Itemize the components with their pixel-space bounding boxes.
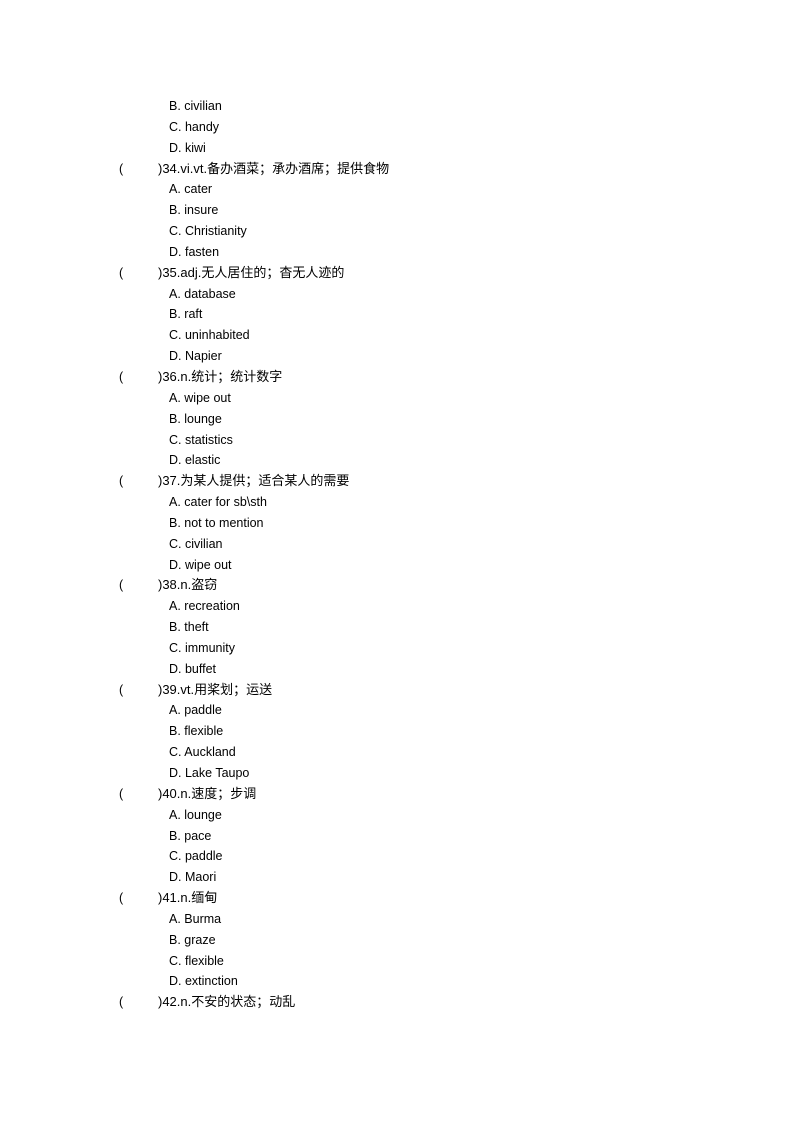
option-line: D. Napier <box>0 346 794 367</box>
answer-blank-paren: ( <box>119 369 124 384</box>
question-line: ( )35.adj.无人居住的；杳无人迹的 <box>0 263 794 284</box>
option-line: A. cater <box>0 179 794 200</box>
option-line: C. uninhabited <box>0 325 794 346</box>
option-text: D. kiwi <box>169 140 206 155</box>
option-text: D. extinction <box>169 974 238 989</box>
option-line: B. pace <box>0 826 794 847</box>
question-prompt: )34.vi.vt.备办酒菜；承办酒席；提供食物 <box>158 160 390 176</box>
option-line: B. graze <box>0 930 794 951</box>
option-line: D. wipe out <box>0 555 794 576</box>
option-line: A. recreation <box>0 596 794 617</box>
option-text: B. civilian <box>169 99 222 113</box>
option-text: A. lounge <box>169 807 222 822</box>
option-line: A. database <box>0 284 794 305</box>
option-text: D. Lake Taupo <box>169 766 250 780</box>
option-text: C. flexible <box>169 953 224 968</box>
option-line: B. insure <box>0 200 794 221</box>
question-prompt: )37.为某人提供；适合某人的需要 <box>158 473 350 489</box>
option-line: C. immunity <box>0 638 794 659</box>
document-page: B. civilian C. handy D. kiwi ( )34.vi.vt.… <box>0 96 794 1013</box>
question-prompt: )40.n.速度；步调 <box>158 785 257 801</box>
option-text: B. lounge <box>169 411 222 426</box>
option-text: C. handy <box>169 119 220 134</box>
option-line: D. buffet <box>0 659 794 680</box>
option-line: C. paddle <box>0 846 794 867</box>
answer-blank-paren: ( <box>119 891 124 906</box>
option-text: A. database <box>169 286 236 301</box>
option-line: C. Christianity <box>0 221 794 242</box>
option-text: B. theft <box>169 620 209 635</box>
option-line: A. cater for sb\sth <box>0 492 794 513</box>
option-text: A. paddle <box>169 703 222 718</box>
option-text: A. cater for sb\sth <box>169 495 267 510</box>
option-line: C. statistics <box>0 430 794 451</box>
option-text: B. not to mention <box>169 515 264 530</box>
option-line: B. lounge <box>0 409 794 430</box>
answer-blank-paren: ( <box>119 786 124 801</box>
option-text: A. Burma <box>169 911 222 926</box>
question-prompt: )41.n.缅甸 <box>158 890 218 906</box>
question-line: ( )40.n.速度；步调 <box>0 784 794 805</box>
answer-blank-paren: ( <box>119 474 124 489</box>
option-line: B. flexible <box>0 721 794 742</box>
option-text: D. elastic <box>169 453 221 468</box>
option-text: C. Christianity <box>169 224 247 239</box>
question-line: ( )39.vt.用桨划；运送 <box>0 680 794 701</box>
option-line: D. fasten <box>0 242 794 263</box>
question-line: ( )36.n.统计；统计数字 <box>0 367 794 388</box>
answer-blank-paren: ( <box>119 995 124 1010</box>
option-text: C. Auckland <box>169 745 236 760</box>
option-text: B. graze <box>169 932 216 947</box>
option-line: A. Burma <box>0 909 794 930</box>
option-line: A. wipe out <box>0 388 794 409</box>
option-line: B. raft <box>0 304 794 325</box>
option-text: D. wipe out <box>169 557 232 572</box>
option-text: B. pace <box>169 828 212 843</box>
answer-blank-paren: ( <box>119 265 124 280</box>
option-text: C. paddle <box>169 849 223 864</box>
option-line: C. handy <box>0 117 794 138</box>
option-text: C. statistics <box>169 432 233 447</box>
option-line: B. theft <box>0 617 794 638</box>
option-text: C. immunity <box>169 640 235 655</box>
option-line: B. not to mention <box>0 513 794 534</box>
question-prompt: )39.vt.用桨划；运送 <box>158 681 273 697</box>
option-line: D. Maori <box>0 867 794 888</box>
option-line: B. civilian <box>0 96 794 117</box>
option-line: D. Lake Taupo <box>0 763 794 784</box>
question-prompt: )36.n.统计；统计数字 <box>158 368 283 384</box>
answer-blank-paren: ( <box>119 161 124 176</box>
answer-blank-paren: ( <box>119 682 124 697</box>
option-text: D. Maori <box>169 870 217 885</box>
option-text: B. flexible <box>169 724 224 739</box>
option-text: C. civilian <box>169 536 223 551</box>
question-line: ( )38.n.盗窃 <box>0 575 794 596</box>
option-line: C. civilian <box>0 534 794 555</box>
option-line: A. paddle <box>0 700 794 721</box>
option-text: D. fasten <box>169 244 220 259</box>
option-text: D. buffet <box>169 661 217 676</box>
option-line: D. extinction <box>0 971 794 992</box>
option-text: A. cater <box>169 182 213 197</box>
option-line: D. elastic <box>0 450 794 471</box>
question-prompt: )35.adj.无人居住的；杳无人迹的 <box>158 264 345 280</box>
question-line: ( )34.vi.vt.备办酒菜；承办酒席；提供食物 <box>0 159 794 180</box>
question-line: ( )37.为某人提供；适合某人的需要 <box>0 471 794 492</box>
option-line: D. kiwi <box>0 138 794 159</box>
option-line: A. lounge <box>0 805 794 826</box>
question-prompt: )42.n.不安的状态；动乱 <box>158 994 296 1010</box>
question-prompt: )38.n.盗窃 <box>158 577 218 593</box>
option-text: C. uninhabited <box>169 328 250 343</box>
question-line: ( )42.n.不安的状态；动乱 <box>0 992 794 1013</box>
option-text: B. raft <box>169 307 203 322</box>
question-line: ( )41.n.缅甸 <box>0 888 794 909</box>
option-line: C. flexible <box>0 951 794 972</box>
option-text: A. wipe out <box>169 390 231 405</box>
option-line: C. Auckland <box>0 742 794 763</box>
answer-blank-paren: ( <box>119 578 124 593</box>
option-text: B. insure <box>169 203 219 218</box>
option-text: A. recreation <box>169 599 240 614</box>
option-text: D. Napier <box>169 349 222 364</box>
